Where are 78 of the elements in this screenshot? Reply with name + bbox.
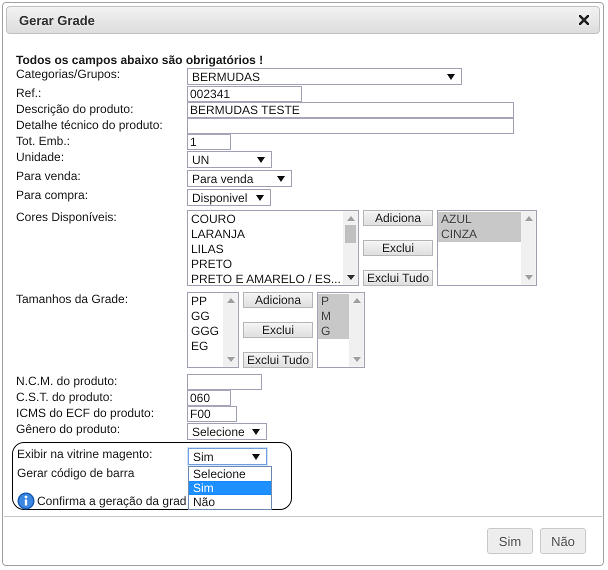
field-label: N.C.M. do produto:	[16, 374, 118, 389]
field-label: Descrição do produto:	[16, 102, 134, 117]
field-label: Para venda:	[16, 169, 82, 184]
list-box[interactable]: P M G	[317, 292, 366, 368]
list-button[interactable]: Adiciona	[363, 210, 434, 226]
scroll-up-icon[interactable]	[346, 216, 354, 221]
scrollbar[interactable]	[521, 211, 536, 285]
select-field[interactable]: Selecione	[187, 423, 267, 440]
field-label: Para compra:	[16, 188, 90, 203]
field-label: Gerar código de barra	[17, 466, 136, 481]
text-field[interactable]	[187, 118, 514, 134]
dropdown-arrow-icon	[277, 176, 285, 182]
field-label: Tot. Emb.:	[16, 134, 72, 149]
list-button[interactable]: Exclui Tudo	[243, 352, 314, 368]
required-notice: Todos os campos abaixo são obrigatórios !	[16, 54, 264, 67]
field-label: Categorias/Grupos:	[16, 67, 122, 82]
list-item[interactable]: LARANJA	[188, 227, 343, 242]
dialog-button[interactable]: Sim	[487, 528, 533, 554]
scroll-up-icon[interactable]	[524, 216, 533, 221]
list-item[interactable]: LILAS	[188, 242, 343, 257]
field-label: Tamanhos da Grade:	[16, 292, 130, 307]
list-button[interactable]: Exclui Tudo	[363, 270, 434, 286]
field-label: ICMS do ECF do produto:	[16, 406, 156, 421]
list-button[interactable]: Exclui	[243, 322, 314, 338]
scrollbar-thumb[interactable]	[345, 225, 356, 243]
dropdown-option[interactable]: Selecione	[189, 467, 271, 481]
scroll-up-icon[interactable]	[226, 298, 234, 303]
select-field[interactable]: Disponivel	[187, 189, 271, 206]
select-field[interactable]: Sim	[188, 448, 267, 465]
dropdown-arrow-icon	[257, 156, 265, 162]
dropdown-arrow-icon	[252, 428, 260, 434]
field-label: Unidade:	[16, 150, 66, 165]
dialog-title: Gerar Grade	[19, 12, 95, 28]
list-item[interactable]: PP	[188, 294, 223, 309]
list-item[interactable]: PRETO E AMARELO / ES...	[188, 272, 343, 285]
dialog-button[interactable]: Não	[540, 528, 586, 554]
close-icon[interactable]	[579, 15, 589, 25]
list-item[interactable]: AZUL	[438, 212, 522, 227]
list-item[interactable]: M	[318, 309, 350, 324]
info-icon	[17, 492, 35, 510]
field-label: Cores Disponíveis:	[16, 210, 118, 225]
text-field[interactable]: 060	[187, 390, 231, 406]
list-item[interactable]: GGG	[188, 324, 223, 339]
dropdown-arrow-icon	[252, 454, 260, 460]
list-button[interactable]: Adiciona	[243, 292, 314, 308]
scrollbar[interactable]	[343, 211, 358, 285]
scrollbar[interactable]	[223, 293, 238, 367]
list-item[interactable]: G	[318, 324, 350, 339]
list-item[interactable]: CINZA	[438, 227, 522, 242]
list-button[interactable]: Exclui	[363, 240, 434, 256]
text-field[interactable]: F00	[187, 406, 237, 422]
text-field[interactable]: 1	[187, 134, 231, 150]
field-label: Gênero do produto:	[16, 422, 122, 437]
field-label: Detalhe técnico do produto:	[16, 118, 164, 133]
list-box[interactable]: AZUL CINZA	[437, 210, 538, 286]
dropdown-arrow-icon	[447, 74, 455, 80]
field-label: Ref.:	[16, 86, 42, 101]
list-box[interactable]: PP GG GGG EG	[187, 292, 239, 368]
field-label: C.S.T. do produto:	[16, 390, 114, 405]
select-field[interactable]: Para venda	[187, 170, 292, 187]
dropdown-arrow-icon	[256, 194, 264, 200]
text-field[interactable]: BERMUDAS TESTE	[187, 102, 514, 118]
scrollbar[interactable]	[349, 293, 364, 367]
select-field[interactable]: BERMUDAS	[187, 68, 462, 85]
text-field[interactable]	[187, 374, 262, 390]
list-item[interactable]: GG	[188, 309, 223, 324]
list-item[interactable]: PRETO	[188, 257, 343, 272]
list-box[interactable]: COURO LARANJA LILAS PRETO PRETO E AMARELO / ES...	[187, 210, 359, 286]
scroll-up-icon[interactable]	[352, 298, 361, 303]
list-item[interactable]: P	[318, 294, 350, 309]
dropdown-option[interactable]: Não	[189, 495, 271, 509]
confirm-text: Confirma a geração da grad	[37, 494, 186, 508]
list-item[interactable]: EG	[188, 339, 223, 354]
list-item[interactable]: COURO	[188, 212, 343, 227]
field-label: Exibir na vitrine magento:	[17, 447, 154, 462]
scroll-down-icon[interactable]	[346, 275, 354, 280]
text-field[interactable]: 002341	[187, 86, 302, 102]
select-field[interactable]: UN	[187, 151, 272, 168]
